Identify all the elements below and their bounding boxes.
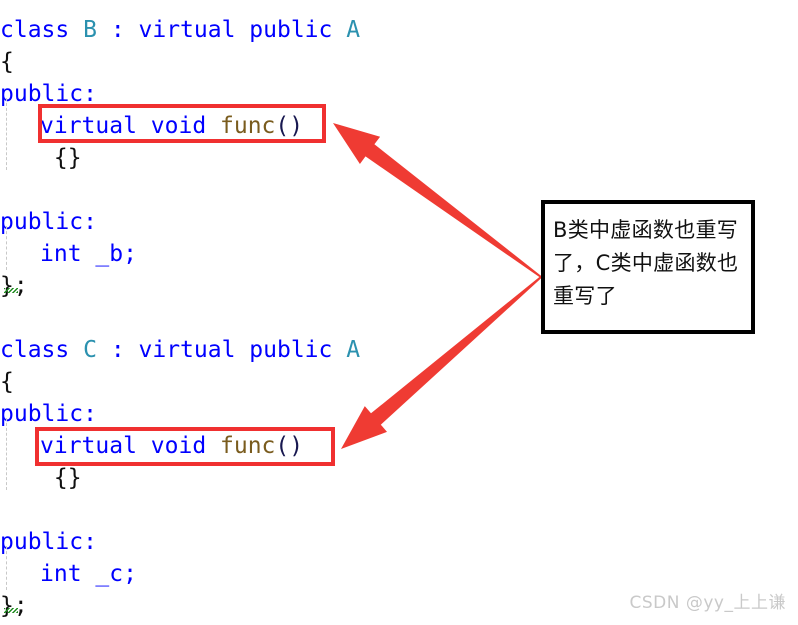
code-token-type: A <box>346 17 361 43</box>
code-token-kw: public: <box>0 529 97 555</box>
code-line[interactable]: }; <box>0 590 540 622</box>
screenshot-canvas: class B : virtual public A { public: virtua… <box>0 0 798 625</box>
code-line[interactable]: class C : virtual public A <box>0 334 540 366</box>
code-token-type: B <box>83 17 97 43</box>
code-line[interactable]: {} <box>0 142 580 174</box>
code-token-brace: }; <box>0 593 28 619</box>
code-token-brace: {} <box>40 465 82 491</box>
callout-line-3: 重写了 <box>553 284 617 308</box>
highlight-rectangle <box>38 104 326 143</box>
code-token-kw: : <box>96 337 139 363</box>
code-line[interactable]: {} <box>0 462 580 494</box>
code-token-kw: public: <box>0 209 97 235</box>
code-line[interactable]: int _c; <box>0 558 580 590</box>
code-token-kw: class <box>0 337 70 363</box>
code-token-kw: : <box>96 17 139 43</box>
code-token-brace: { <box>0 369 14 395</box>
callout-line-1: B类中虚函数也重写 <box>553 218 739 242</box>
code-editor-area[interactable]: class B : virtual public A { public: virtua… <box>0 0 540 625</box>
indent-guide <box>6 418 7 490</box>
highlight-rectangle <box>35 427 335 466</box>
code-line[interactable]: }; <box>0 270 540 302</box>
code-line[interactable]: public: <box>0 206 540 238</box>
code-line[interactable]: int _b; <box>0 238 580 270</box>
indent-guide <box>6 98 7 170</box>
indent-guide <box>6 226 7 270</box>
code-token-kw: public: <box>0 401 97 427</box>
code-line[interactable] <box>0 302 540 334</box>
code-token-type: A <box>346 337 361 363</box>
code-token-brace: { <box>0 49 14 75</box>
code-line[interactable]: class B : virtual public A <box>0 14 540 46</box>
syntax-squiggle-icon <box>4 608 18 613</box>
code-token-kw: virtual public <box>138 17 333 43</box>
callout-line-2: 了，C类中虚函数也 <box>553 251 739 275</box>
code-token-type: C <box>83 337 97 363</box>
code-token-kw: virtual public <box>138 337 333 363</box>
code-line[interactable] <box>0 494 540 526</box>
csdn-watermark: CSDN @yy_上上谦 <box>629 593 786 613</box>
code-token-brace: {} <box>40 145 82 171</box>
code-token-kw: int _c; <box>40 561 137 587</box>
code-line[interactable] <box>0 174 540 206</box>
code-line[interactable]: public: <box>0 526 540 558</box>
code-line[interactable]: { <box>0 46 540 78</box>
code-token-kw: int _b; <box>40 241 137 267</box>
code-token-brace: }; <box>0 273 28 299</box>
code-line[interactable]: { <box>0 366 540 398</box>
code-token-kw: class <box>0 17 70 43</box>
indent-guide <box>6 546 7 590</box>
code-line[interactable]: public: <box>0 398 540 430</box>
syntax-squiggle-icon <box>4 288 18 293</box>
annotation-callout-box: B类中虚函数也重写 了，C类中虚函数也 重写了 <box>541 200 755 334</box>
